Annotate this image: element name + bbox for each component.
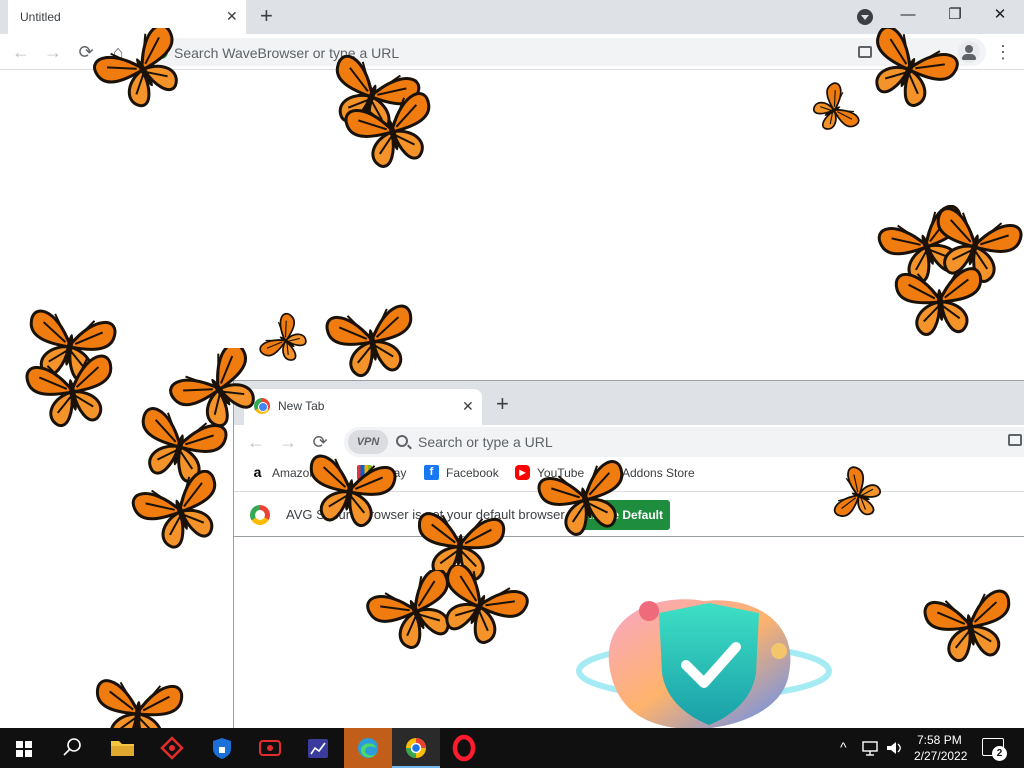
windows-taskbar: ^ 7:58 PM 2/27/2022 2: [0, 728, 1024, 768]
clock-date[interactable]: 2/27/2022: [914, 749, 967, 763]
folder-icon: [111, 741, 134, 756]
opera-icon: [452, 734, 476, 762]
task-manager-button[interactable]: [294, 728, 342, 768]
popup-browser-window: New Tab ✕ + ← → ⟳ VPN Search or type a U…: [233, 380, 1024, 729]
butterfly-icon: [342, 90, 442, 170]
volume-icon[interactable]: [884, 738, 906, 758]
start-button[interactable]: [0, 728, 48, 768]
bookmark-label: Facebook: [446, 465, 499, 480]
butterfly-icon: [23, 353, 121, 430]
new-tab-button[interactable]: +: [260, 4, 273, 28]
share-icon[interactable]: [1008, 434, 1022, 446]
address-bar[interactable]: VPN Search or type a URL: [344, 427, 1024, 457]
new-tab-button[interactable]: +: [496, 393, 509, 415]
forward-button[interactable]: →: [277, 431, 299, 453]
antivirus-icon: [160, 736, 184, 760]
youtube-icon: ▶: [515, 465, 530, 481]
notification-count-badge: 2: [992, 746, 1007, 761]
butterfly-icon: [860, 28, 960, 108]
search-icon: [396, 435, 408, 447]
back-button[interactable]: ←: [245, 431, 267, 453]
back-button[interactable]: ←: [10, 41, 32, 63]
butterfly-icon: [130, 470, 230, 550]
bookmark-facebook[interactable]: f Facebook: [424, 465, 499, 483]
search-button[interactable]: [48, 728, 96, 768]
vpn-shield-icon: [213, 738, 231, 759]
recorder-icon: [259, 740, 281, 756]
chart-app-icon: [308, 739, 328, 758]
butterfly-icon: [535, 458, 635, 538]
clock-time[interactable]: 7:58 PM: [917, 733, 962, 747]
tab-new-tab[interactable]: New Tab ✕: [244, 389, 482, 425]
browser-menu-icon[interactable]: ⋮: [994, 41, 1012, 63]
security-shield-illustration: [576, 599, 832, 729]
butterfly-icon: [806, 80, 862, 141]
tab-close-icon[interactable]: ✕: [226, 9, 238, 23]
butterfly-icon: [430, 565, 530, 645]
vpn-app-button[interactable]: [198, 728, 246, 768]
tray-overflow-chevron-icon[interactable]: ^: [840, 739, 847, 755]
windows-logo-icon: [16, 741, 32, 757]
avg-browser-icon: [406, 738, 426, 758]
popup-tab-strip: New Tab ✕ +: [234, 381, 1024, 425]
tab-title: New Tab: [278, 399, 325, 413]
tab-search-icon[interactable]: [857, 9, 873, 25]
avg-browser-logo-icon: [250, 505, 270, 525]
screen-recorder-button[interactable]: [246, 728, 294, 768]
facebook-icon: f: [424, 465, 439, 481]
restore-button[interactable]: ❐: [935, 5, 975, 27]
butterfly-icon: [323, 303, 421, 380]
edge-browser-button[interactable]: [344, 728, 392, 768]
network-icon[interactable]: [860, 738, 882, 758]
profile-avatar-icon[interactable]: [958, 41, 980, 63]
search-icon: [63, 738, 81, 756]
forward-button[interactable]: →: [42, 41, 64, 63]
minimize-button[interactable]: —: [888, 5, 928, 27]
amazon-icon: a: [250, 465, 265, 481]
file-explorer-button[interactable]: [98, 728, 146, 768]
avg-secure-browser-button[interactable]: [392, 728, 440, 768]
address-bar-placeholder: Search or type a URL: [418, 434, 553, 450]
butterfly-icon: [92, 28, 192, 108]
butterfly-icon: [301, 453, 399, 530]
tab-close-icon[interactable]: ✕: [462, 398, 474, 415]
butterfly-icon: [832, 465, 887, 525]
butterfly-icon: [921, 588, 1019, 665]
close-window-button[interactable]: ✕: [980, 5, 1020, 27]
avg-antivirus-button[interactable]: [148, 728, 196, 768]
opera-browser-button[interactable]: [440, 728, 488, 768]
butterfly-icon: [893, 266, 987, 339]
edge-icon: [358, 738, 378, 758]
tab-title: Untitled: [20, 10, 61, 24]
